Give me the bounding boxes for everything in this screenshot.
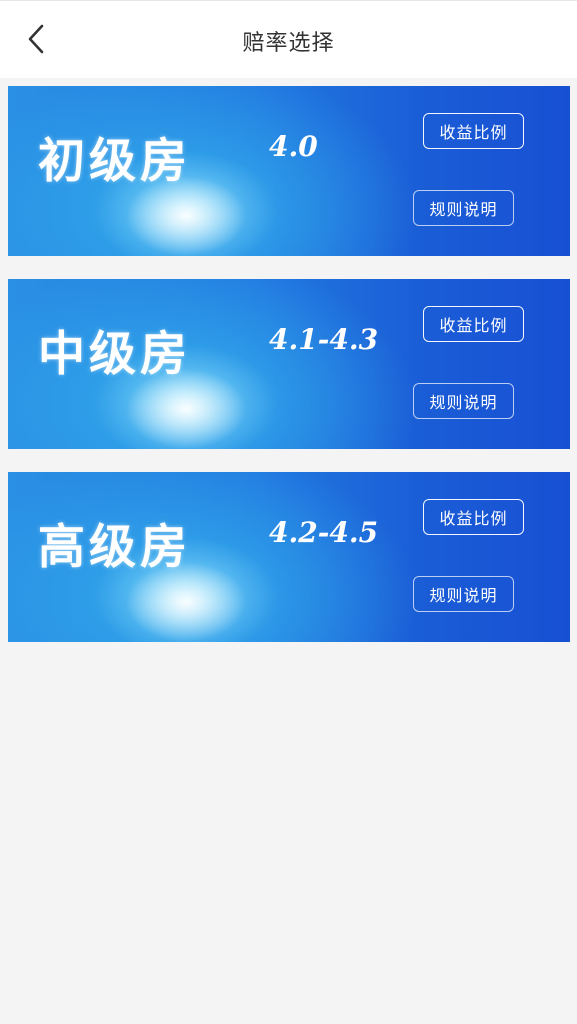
room-name: 初级房	[38, 134, 191, 189]
room-rate: 4.1-4.3	[269, 323, 379, 356]
room-card-advanced[interactable]: 高级房 4.2-4.5 收益比例 规则说明	[8, 472, 570, 642]
room-name: 高级房	[38, 520, 191, 575]
profit-ratio-button[interactable]: 收益比例	[423, 306, 524, 342]
room-card-intermediate[interactable]: 中级房 4.1-4.3 收益比例 规则说明	[8, 279, 570, 449]
room-rate: 4.2-4.5	[269, 516, 379, 549]
room-card-beginner[interactable]: 初级房 4.0 收益比例 规则说明	[8, 86, 570, 256]
room-rate: 4.0	[269, 130, 318, 163]
rules-button[interactable]: 规则说明	[413, 383, 514, 419]
nav-header: 赔率选择	[0, 0, 577, 78]
profit-ratio-button[interactable]: 收益比例	[423, 113, 524, 149]
profit-ratio-button[interactable]: 收益比例	[423, 499, 524, 535]
page-title: 赔率选择	[242, 31, 335, 56]
rules-button[interactable]: 规则说明	[413, 190, 514, 226]
room-name: 中级房	[38, 327, 191, 382]
rules-button[interactable]: 规则说明	[413, 576, 514, 612]
